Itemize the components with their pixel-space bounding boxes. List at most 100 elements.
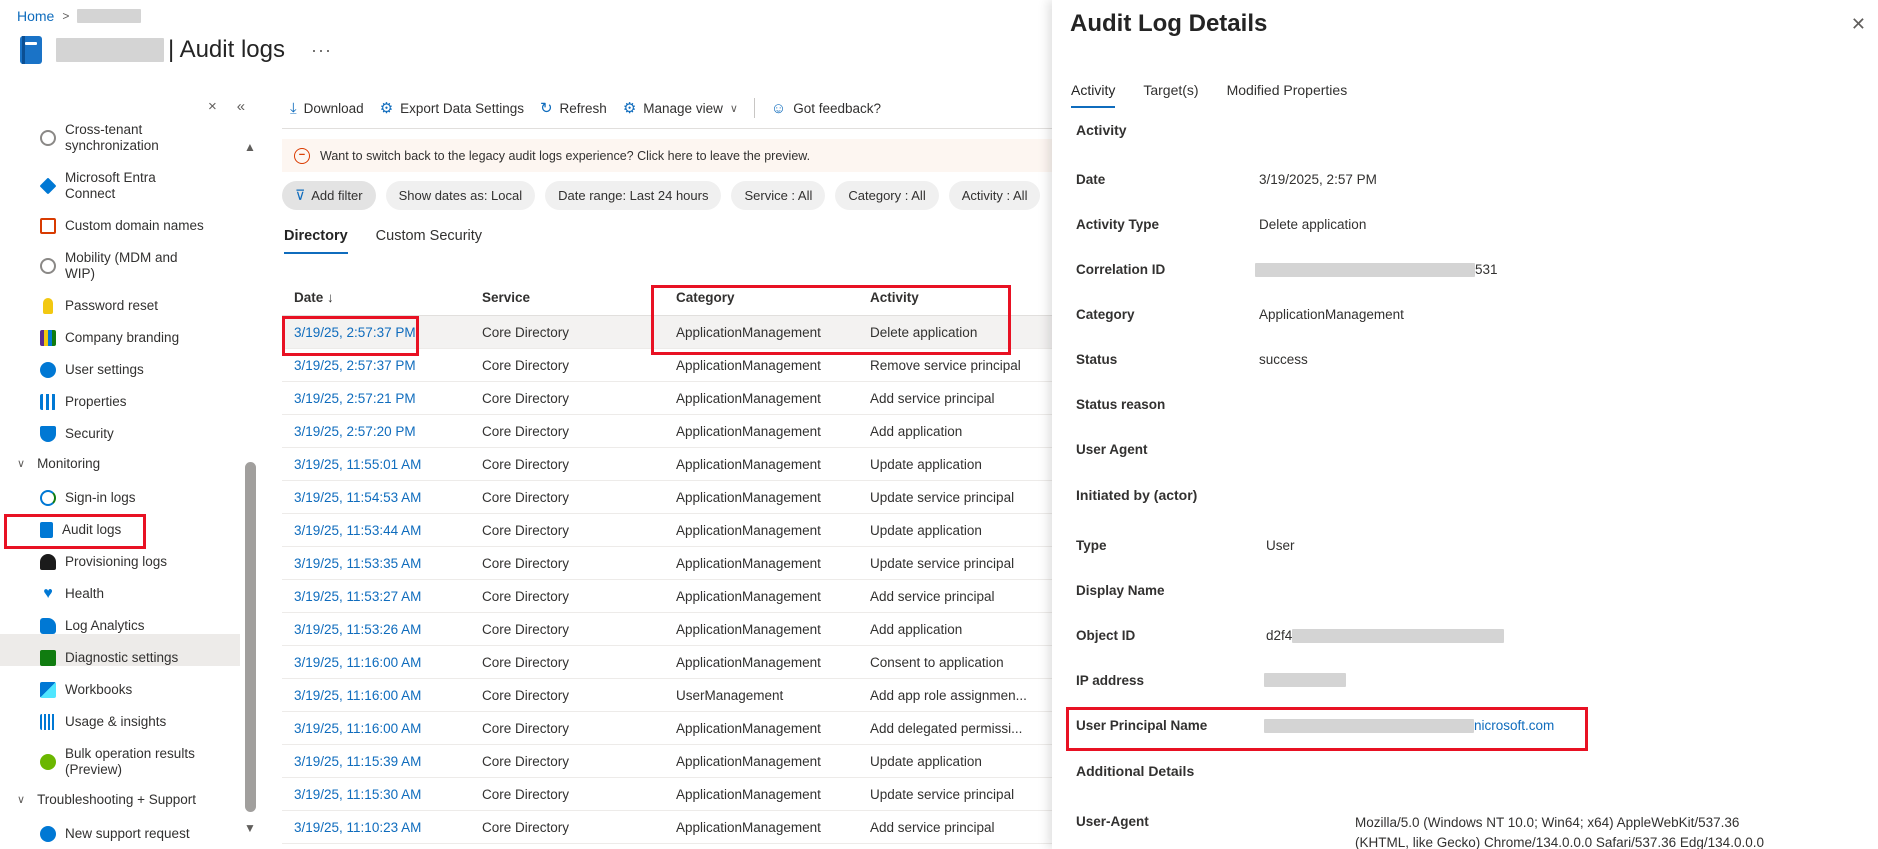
close-icon[interactable]: ✕ [1851, 14, 1866, 35]
legacy-experience-banner[interactable]: − Want to switch back to the legacy audi… [282, 139, 1052, 172]
sidebar-item-company-branding[interactable]: Company branding [40, 330, 240, 346]
cell-date[interactable]: 3/19/25, 11:55:01 AM [282, 457, 476, 472]
scrollbar-thumb[interactable] [245, 462, 256, 812]
cell-date[interactable]: 3/19/25, 2:57:37 PM [282, 358, 476, 373]
cell-service: Core Directory [482, 522, 570, 538]
cell-date[interactable]: 3/19/25, 11:53:44 AM [282, 523, 476, 538]
tab-custom-security[interactable]: Custom Security [376, 228, 482, 254]
breadcrumb: Home > [17, 8, 142, 24]
cell-date[interactable]: 3/19/25, 11:53:26 AM [282, 622, 476, 637]
tab-modified-properties[interactable]: Modified Properties [1227, 82, 1348, 108]
table-row[interactable]: 3/19/25, 2:57:21 PM Core Directory Applica… [282, 382, 1052, 415]
sidebar-item-audit-logs[interactable]: Audit logs [40, 522, 240, 538]
log-tabs: Directory Custom Security [284, 228, 482, 254]
show-dates-filter[interactable]: Show dates as: Local [385, 181, 536, 210]
domain-icon [40, 218, 56, 234]
table-row[interactable]: 3/19/25, 11:53:44 AM Core Directory Applic… [282, 514, 1052, 547]
cell-date[interactable]: 3/19/25, 11:16:00 AM [282, 688, 476, 703]
sidebar-scrollbar[interactable]: ▲ ▼ [243, 140, 257, 835]
cell-date[interactable]: 3/19/25, 2:57:21 PM [282, 391, 476, 406]
sidebar-item-sign-in-logs[interactable]: Sign-in logs [40, 490, 240, 506]
filter-bar: ⊽ Add filter Show dates as: Local Date r… [282, 181, 1041, 210]
cell-activity: Update application [870, 522, 982, 538]
add-filter-button[interactable]: ⊽ Add filter [282, 181, 376, 210]
column-header-service[interactable]: Service [476, 290, 670, 305]
upn-suffix[interactable]: nicrosoft.com [1474, 718, 1554, 733]
sidebar-item-custom-domains[interactable]: Custom domain names [40, 218, 240, 234]
sidebar-item-bulk-operations[interactable]: Bulk operation results (Preview) [40, 746, 240, 778]
sidebar-item-label: Security [65, 426, 114, 441]
table-row[interactable]: 3/19/25, 11:15:39 AM Core Directory Applic… [282, 745, 1052, 778]
activity-filter[interactable]: Activity : All [948, 181, 1041, 210]
upn-value[interactable]: nicrosoft.com [1264, 718, 1554, 733]
category-filter[interactable]: Category : All [835, 181, 939, 210]
cell-date[interactable]: 3/19/25, 2:57:20 PM [282, 424, 476, 439]
cell-date[interactable]: 3/19/25, 11:15:30 AM [282, 787, 476, 802]
sidebar-group-label: Troubleshooting + Support [37, 792, 197, 807]
table-row[interactable]: 3/19/25, 11:53:26 AM Core Directory Applic… [282, 613, 1052, 646]
sidebar-item-usage-insights[interactable]: Usage & insights [40, 714, 240, 730]
table-row[interactable]: 3/19/25, 11:53:27 AM Core Directory Applic… [282, 580, 1052, 613]
breadcrumb-home-link[interactable]: Home [17, 8, 54, 24]
sidebar-item-entra-connect[interactable]: Microsoft Entra Connect [39, 170, 240, 202]
tab-directory[interactable]: Directory [284, 228, 348, 254]
cell-date[interactable]: 3/19/25, 11:16:00 AM [282, 721, 476, 736]
table-row[interactable]: 3/19/25, 11:10:23 AM Core Directory Applic… [282, 811, 1052, 844]
tab-targets[interactable]: Target(s) [1143, 82, 1198, 108]
table-row[interactable]: 3/19/25, 11:53:35 AM Core Directory Applic… [282, 547, 1052, 580]
table-row[interactable]: 3/19/25, 2:57:37 PM Core Directory Applica… [282, 316, 1052, 349]
export-data-settings-button[interactable]: ⚙ Export Data Settings [380, 99, 524, 117]
collapse-sidebar-icon[interactable]: « [237, 98, 245, 115]
object-id-label: Object ID [1076, 628, 1136, 643]
cell-date[interactable]: 3/19/25, 11:53:35 AM [282, 556, 476, 571]
date-range-filter[interactable]: Date range: Last 24 hours [545, 181, 722, 210]
sidebar-item-security[interactable]: Security [40, 426, 240, 442]
sidebar-item-health[interactable]: ♥ Health [40, 586, 240, 602]
tab-activity[interactable]: Activity [1071, 82, 1116, 108]
table-row[interactable]: 3/19/25, 2:57:20 PM Core Directory Applica… [282, 415, 1052, 448]
sidebar-item-user-settings[interactable]: User settings [40, 362, 240, 378]
cell-date[interactable]: 3/19/25, 11:15:39 AM [282, 754, 476, 769]
sidebar-item-new-support-request[interactable]: New support request [40, 826, 240, 842]
sidebar-item-cross-tenant-sync[interactable]: Cross-tenant synchronization [40, 122, 240, 154]
sidebar-item-label: Cross-tenant synchronization [65, 122, 159, 153]
sidebar-item-provisioning-logs[interactable]: Provisioning logs [40, 554, 240, 570]
close-sidebar-icon[interactable]: × [208, 98, 217, 115]
column-header-category[interactable]: Category [670, 290, 864, 305]
download-button[interactable]: ⤓ Download [290, 100, 364, 117]
sidebar-item-log-analytics[interactable]: Log Analytics [40, 618, 240, 634]
scroll-down-icon[interactable]: ▼ [244, 821, 256, 835]
table-row[interactable]: 3/19/25, 11:16:00 AM Core Directory Applic… [282, 712, 1052, 745]
table-row[interactable]: 3/19/25, 11:54:53 AM Core Directory Applic… [282, 481, 1052, 514]
cell-date[interactable]: 3/19/25, 11:53:27 AM [282, 589, 476, 604]
chevron-down-icon: ∨ [17, 794, 26, 806]
refresh-button[interactable]: ↻ Refresh [540, 99, 607, 117]
sidebar-group-monitoring[interactable]: ∨ Monitoring [17, 456, 100, 471]
table-row[interactable]: 3/19/25, 11:16:00 AM Core Directory Applic… [282, 646, 1052, 679]
sidebar-item-workbooks[interactable]: Workbooks [40, 682, 240, 698]
table-row[interactable]: 3/19/25, 11:15:30 AM Core Directory Applic… [282, 778, 1052, 811]
column-header-date[interactable]: Date ↓ [282, 290, 476, 305]
sidebar-item-password-reset[interactable]: Password reset [40, 298, 240, 314]
sidebar-item-label: Workbooks [65, 682, 133, 697]
sidebar-item-properties[interactable]: Properties [40, 394, 240, 410]
sidebar-item-diagnostic-settings[interactable]: Diagnostic settings [40, 650, 240, 666]
sidebar-group-troubleshooting[interactable]: ∨ Troubleshooting + Support [17, 792, 196, 807]
table-row[interactable]: 3/19/25, 2:57:37 PM Core Directory Applica… [282, 349, 1052, 382]
cell-date[interactable]: 3/19/25, 11:54:53 AM [282, 490, 476, 505]
service-filter[interactable]: Service : All [731, 181, 826, 210]
filter-icon: ⊽ [295, 187, 306, 203]
table-row[interactable]: 3/19/25, 11:55:01 AM Core Directory Applic… [282, 448, 1052, 481]
more-options-button[interactable]: ··· [311, 40, 332, 61]
sidebar-item-mobility[interactable]: Mobility (MDM and WIP) [40, 250, 240, 282]
column-header-activity[interactable]: Activity [864, 290, 1052, 305]
scroll-up-icon[interactable]: ▲ [244, 140, 256, 154]
table-row[interactable]: 3/19/25, 11:16:00 AM Core Directory UserMa… [282, 679, 1052, 712]
cell-date[interactable]: 3/19/25, 2:57:37 PM [282, 325, 476, 340]
bulk-ops-icon [40, 754, 56, 770]
manage-view-button[interactable]: ⚙ Manage view ∨ [623, 99, 738, 117]
feedback-button[interactable]: ☺ Got feedback? [771, 100, 881, 117]
banner-text[interactable]: Want to switch back to the legacy audit … [320, 149, 810, 163]
cell-date[interactable]: 3/19/25, 11:16:00 AM [282, 655, 476, 670]
cell-date[interactable]: 3/19/25, 11:10:23 AM [282, 820, 476, 835]
